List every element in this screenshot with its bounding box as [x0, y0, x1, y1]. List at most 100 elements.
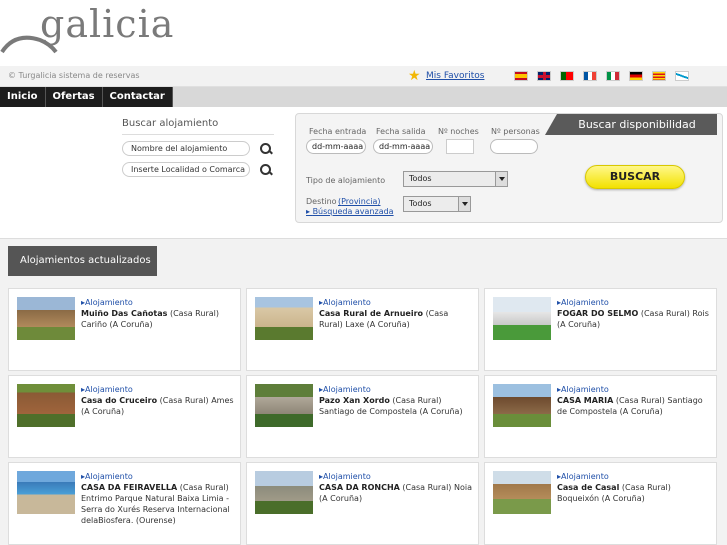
result-card[interactable]: AlojamientoCASA MARIA (Casa Rural) Santi…: [484, 375, 717, 458]
card-name[interactable]: FOGAR DO SELMO: [557, 309, 638, 318]
result-card[interactable]: AlojamientoFOGAR DO SELMO (Casa Rural) R…: [484, 288, 717, 371]
province-link[interactable]: (Provincia): [338, 197, 381, 206]
card-type-link[interactable]: Alojamiento: [319, 384, 474, 395]
card-type-link[interactable]: Alojamiento: [81, 297, 236, 308]
nights-input[interactable]: [446, 139, 474, 154]
result-card[interactable]: AlojamientoCasa Rural de Arnueiro (Casa …: [246, 288, 479, 371]
type-label: Tipo de alojamiento: [306, 176, 386, 185]
flag-fr-icon[interactable]: [583, 71, 597, 81]
card-category: (Casa Rural): [169, 309, 219, 318]
card-name[interactable]: Casa de Casal: [557, 483, 619, 492]
search-button[interactable]: BUSCAR: [585, 165, 685, 189]
language-flags: [514, 71, 689, 81]
search-title: Buscar alojamiento: [122, 118, 274, 135]
card-text: AlojamientoPazo Xan Xordo (Casa Rural) S…: [319, 384, 474, 417]
flag-it-icon[interactable]: [606, 71, 620, 81]
checkin-input[interactable]: dd-mm-aaaa: [306, 139, 366, 154]
result-card[interactable]: AlojamientoCasa do Cruceiro (Casa Rural)…: [8, 375, 241, 458]
accommodation-photo[interactable]: [17, 297, 75, 340]
card-details: CASA DA FEIRAVELLA (Casa Rural) Entrimo …: [81, 482, 236, 526]
card-location: Santiago de Compostela (A Coruña): [319, 407, 463, 416]
accommodation-photo[interactable]: [17, 384, 75, 427]
card-type-link[interactable]: Alojamiento: [557, 297, 712, 308]
card-name[interactable]: CASA DA RONCHA: [319, 483, 400, 492]
checkout-input[interactable]: dd-mm-aaaa: [373, 139, 433, 154]
card-location: Boqueixón (A Coruña): [557, 494, 645, 503]
card-details: Casa Rural de Arnueiro (Casa Rural) Laxe…: [319, 308, 474, 330]
card-location: Cariño (A Coruña): [81, 320, 153, 329]
card-name[interactable]: CASA MARIA: [557, 396, 613, 405]
card-category: (Casa Rural): [392, 396, 442, 405]
chevron-down-icon: [458, 197, 470, 211]
favorites-link[interactable]: Mis Favoritos: [426, 71, 484, 81]
card-category: (Casa Rural): [621, 483, 671, 492]
accommodation-photo[interactable]: [493, 297, 551, 340]
card-name[interactable]: Muiño Das Cañotas: [81, 309, 167, 318]
result-card[interactable]: AlojamientoCasa de Casal (Casa Rural) Bo…: [484, 462, 717, 545]
persons-input[interactable]: [490, 139, 538, 154]
card-text: AlojamientoCASA MARIA (Casa Rural) Santi…: [557, 384, 712, 417]
accommodation-photo[interactable]: [17, 471, 75, 514]
accommodation-name-input[interactable]: Nombre del alojamiento: [122, 141, 250, 156]
flag-en-icon[interactable]: [537, 71, 551, 81]
card-details: CASA MARIA (Casa Rural) Santiago de Comp…: [557, 395, 712, 417]
card-category: (Casa Rural): [179, 483, 229, 492]
card-type-link[interactable]: Alojamiento: [557, 384, 712, 395]
result-card[interactable]: AlojamientoCASA DA FEIRAVELLA (Casa Rura…: [8, 462, 241, 545]
card-name[interactable]: CASA DA FEIRAVELLA: [81, 483, 177, 492]
nav-item-inicio[interactable]: Inicio: [0, 87, 46, 107]
flag-de-icon[interactable]: [629, 71, 643, 81]
search-icon[interactable]: [260, 163, 272, 176]
card-category: (Casa Rural): [640, 309, 690, 318]
main-nav: Inicio Ofertas Contactar: [0, 87, 727, 107]
nights-label: Nº noches: [438, 127, 479, 136]
accommodation-photo[interactable]: [493, 384, 551, 427]
card-category: (Casa Rural): [402, 483, 452, 492]
result-card[interactable]: AlojamientoMuiño Das Cañotas (Casa Rural…: [8, 288, 241, 371]
locality-input[interactable]: Inserte Localidad o Comarca: [122, 162, 250, 177]
card-type-link[interactable]: Alojamiento: [81, 471, 236, 482]
favorites[interactable]: ★ Mis Favoritos: [408, 69, 484, 83]
type-select[interactable]: Todos: [403, 171, 508, 187]
card-category: (Casa Rural) Ames: [159, 396, 234, 405]
advanced-search-link[interactable]: ▸ Búsqueda avanzada: [306, 207, 394, 216]
search-icon[interactable]: [260, 142, 272, 155]
flag-es-icon[interactable]: [514, 71, 528, 81]
card-details: Muiño Das Cañotas (Casa Rural) Cariño (A…: [81, 308, 236, 330]
accommodation-photo[interactable]: [255, 297, 313, 340]
flag-gl-icon[interactable]: [675, 71, 689, 81]
card-text: AlojamientoCasa de Casal (Casa Rural) Bo…: [557, 471, 712, 504]
nav-item-contactar[interactable]: Contactar: [103, 87, 173, 107]
card-type-link[interactable]: Alojamiento: [81, 384, 236, 395]
result-card[interactable]: AlojamientoCASA DA RONCHA (Casa Rural) N…: [246, 462, 479, 545]
card-details: Casa do Cruceiro (Casa Rural) Ames (A Co…: [81, 395, 236, 417]
flag-pt-icon[interactable]: [560, 71, 574, 81]
card-text: AlojamientoCASA DA RONCHA (Casa Rural) N…: [319, 471, 474, 504]
checkin-label: Fecha entrada: [309, 127, 367, 136]
result-card[interactable]: AlojamientoPazo Xan Xordo (Casa Rural) S…: [246, 375, 479, 458]
flag-ca-icon[interactable]: [652, 71, 666, 81]
card-text: AlojamientoCASA DA FEIRAVELLA (Casa Rura…: [81, 471, 236, 526]
card-details: Pazo Xan Xordo (Casa Rural) Santiago de …: [319, 395, 474, 417]
logo[interactable]: galicia: [0, 0, 173, 62]
type-select-value: Todos: [409, 174, 432, 183]
card-location: Entrimo Parque Natural Baixa Limia - Ser…: [81, 494, 230, 525]
accommodation-photo[interactable]: [255, 384, 313, 427]
card-type-link[interactable]: Alojamiento: [557, 471, 712, 482]
card-location: de Compostela (A Coruña): [557, 407, 663, 416]
card-type-link[interactable]: Alojamiento: [319, 297, 474, 308]
nav-item-ofertas[interactable]: Ofertas: [46, 87, 103, 107]
card-location: (A Coruña): [81, 407, 125, 416]
chevron-down-icon: [495, 172, 507, 186]
card-name[interactable]: Pazo Xan Xordo: [319, 396, 390, 405]
availability-tab: Buscar disponibilidad: [545, 114, 717, 135]
checkout-label: Fecha salida: [376, 127, 426, 136]
card-name[interactable]: Casa do Cruceiro: [81, 396, 157, 405]
accommodation-photo[interactable]: [255, 471, 313, 514]
star-icon: ★: [408, 68, 421, 84]
accommodation-photo[interactable]: [493, 471, 551, 514]
card-type-link[interactable]: Alojamiento: [319, 471, 474, 482]
destination-select[interactable]: Todos: [403, 196, 471, 212]
destination-select-value: Todos: [409, 199, 432, 208]
card-name[interactable]: Casa Rural de Arnueiro: [319, 309, 423, 318]
